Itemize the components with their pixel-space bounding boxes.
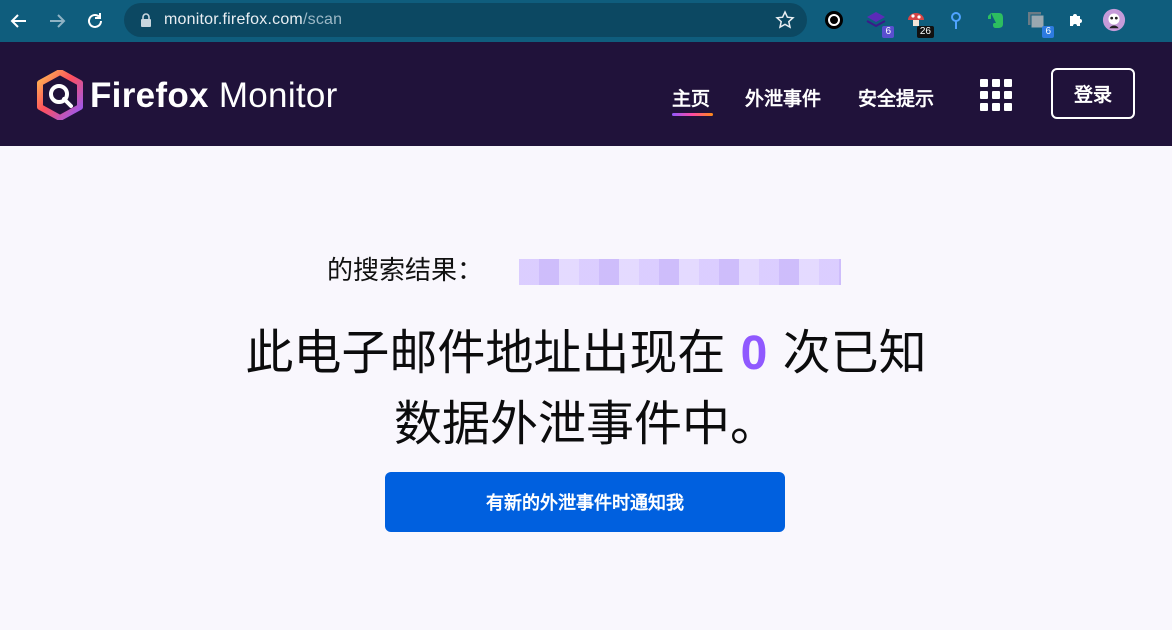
reload-icon	[88, 13, 102, 28]
reload-button[interactable]	[76, 2, 114, 40]
notify-me-button[interactable]: 有新的外泄事件时通知我	[385, 472, 785, 532]
extension-badge: 6	[882, 26, 894, 38]
nav-home[interactable]: 主页	[672, 84, 710, 111]
puzzle-extensions-icon[interactable]	[1064, 8, 1088, 32]
extension-badge: 6	[1042, 26, 1054, 38]
url-text: monitor.firefox.com/scan	[164, 11, 342, 29]
lock-icon	[141, 13, 151, 27]
bookmark-star-icon[interactable]	[775, 10, 795, 30]
login-button[interactable]: 登录	[1051, 68, 1135, 119]
stack-extension-icon[interactable]: 6	[864, 8, 894, 38]
apps-grid-icon[interactable]	[980, 79, 1012, 111]
headline-post: 次已知	[782, 325, 927, 381]
url-host: monitor.firefox.com	[164, 11, 303, 28]
tabs-extension-icon[interactable]: 6	[1024, 8, 1054, 38]
mushroom-extension-icon[interactable]: 26	[904, 8, 934, 38]
brand-name[interactable]: Firefox Monitor	[90, 76, 338, 116]
nav-active-indicator	[672, 113, 713, 116]
scan-results: 的搜索结果： 此电子邮件地址出现在 0 次已知 数据外泄事件中。 有新的外泄事件…	[0, 146, 1172, 630]
evernote-extension-icon[interactable]	[984, 8, 1008, 32]
brand-bold: Firefox	[90, 76, 209, 115]
breach-count: 0	[740, 327, 768, 380]
firefox-monitor-logo-icon[interactable]	[36, 70, 84, 120]
forward-button[interactable]	[38, 2, 76, 40]
back-button[interactable]	[0, 2, 38, 40]
address-bar[interactable]: monitor.firefox.com/scan	[124, 3, 807, 37]
nav-security-tips[interactable]: 安全提示	[858, 84, 934, 111]
search-results-label: 的搜索结果：	[327, 256, 484, 286]
redacted-email	[519, 259, 841, 285]
results-headline: 此电子邮件地址出现在 0 次已知 数据外泄事件中。	[0, 318, 1172, 459]
headline-line2: 数据外泄事件中。	[393, 396, 778, 452]
circle-extension-icon[interactable]	[822, 8, 846, 32]
brand-light: Monitor	[218, 76, 338, 115]
extension-badge: 26	[916, 26, 934, 38]
profile-avatar[interactable]	[1102, 8, 1126, 32]
url-path: /scan	[302, 11, 343, 28]
headline-pre: 此电子邮件地址出现在	[245, 325, 726, 381]
back-arrow-icon	[10, 14, 26, 28]
nav-breaches[interactable]: 外泄事件	[745, 84, 821, 111]
browser-toolbar: monitor.firefox.com/scan 6 26 6	[0, 0, 1172, 42]
forward-arrow-icon	[50, 14, 66, 28]
pin-extension-icon[interactable]	[944, 8, 968, 32]
